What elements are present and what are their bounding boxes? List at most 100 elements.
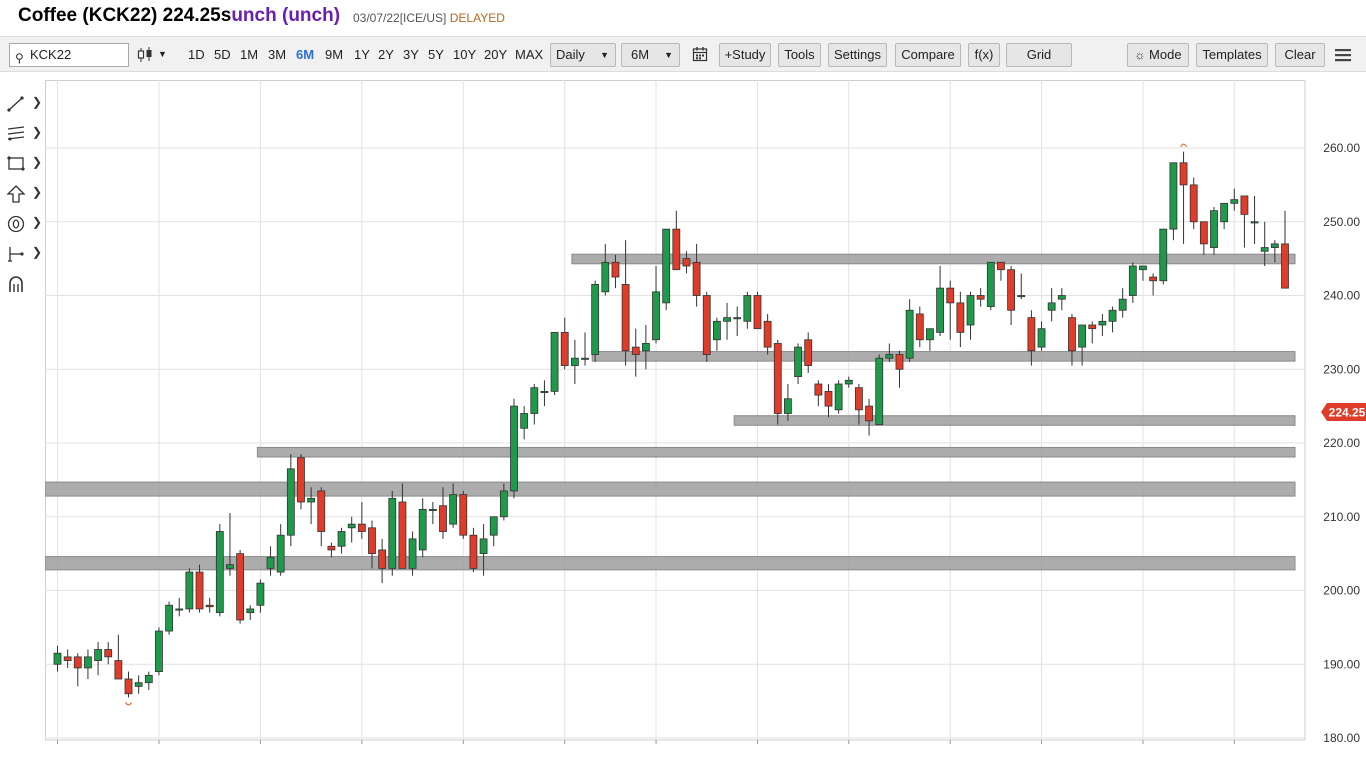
- measure-tool[interactable]: ❯: [4, 242, 42, 268]
- candle-body: [662, 228, 671, 304]
- candle-body: [1240, 195, 1249, 215]
- candle-body: [753, 295, 762, 330]
- period-3m[interactable]: 3M: [268, 43, 286, 67]
- period-20y[interactable]: 20Y: [484, 43, 507, 67]
- candle-body: [347, 523, 356, 529]
- chart-toolbar: ⚲ KCK22 ▼ 1D 5D 1M 3M 6M 9M 1Y 2Y 3Y 5Y 10Y 20Y MAX …: [0, 36, 1366, 72]
- chart-type-select[interactable]: ▼: [136, 43, 168, 67]
- candle-body: [784, 398, 792, 414]
- period-5y[interactable]: 5Y: [428, 43, 444, 67]
- candle-body: [956, 302, 965, 333]
- chevron-right-icon: ❯: [32, 125, 43, 139]
- candle-body: [226, 564, 234, 569]
- price-zone: [591, 351, 1296, 362]
- candle-body: [94, 649, 102, 661]
- candle-body: [1270, 243, 1279, 248]
- candle-body: [560, 331, 569, 366]
- menu-button[interactable]: [1334, 43, 1354, 67]
- search-icon: ⚲: [15, 51, 24, 65]
- magnet-tool[interactable]: [4, 272, 42, 298]
- tools-button[interactable]: Tools: [778, 43, 821, 67]
- candle-body: [682, 258, 691, 267]
- rectangle-tool[interactable]: ❯: [4, 152, 42, 178]
- period-1m[interactable]: 1M: [240, 43, 258, 67]
- candle-body: [276, 534, 285, 573]
- interval-select-value: Daily: [556, 47, 585, 62]
- period-5d[interactable]: 5D: [214, 43, 231, 67]
- trend-line-icon: [7, 96, 24, 112]
- fibonacci-tool[interactable]: ❯: [4, 122, 42, 148]
- candle-body: [307, 497, 316, 503]
- last-price-tag: 224.25: [1321, 402, 1366, 421]
- period-2y[interactable]: 2Y: [378, 43, 394, 67]
- price-zone: [733, 415, 1296, 426]
- period-9m[interactable]: 9M: [325, 43, 343, 67]
- candle-body: [763, 320, 772, 348]
- candle-body: [824, 390, 833, 407]
- candle-body: [388, 497, 397, 569]
- chevron-right-icon: ❯: [32, 215, 43, 229]
- candle-body: [1220, 202, 1229, 223]
- candle-body: [266, 556, 275, 569]
- candle-body: [570, 357, 579, 366]
- templates-button[interactable]: Templates: [1196, 43, 1268, 67]
- settings-button[interactable]: Settings: [828, 43, 887, 67]
- price-chart[interactable]: 180.00 190.00 200.00 210.00 220.00 230.00 240.…: [45, 80, 1366, 748]
- candlestick-chart[interactable]: 180.00 190.00 200.00 210.00 220.00 230.00 240.…: [45, 80, 1366, 748]
- candle-body: [439, 505, 447, 532]
- candle-body: [1037, 328, 1046, 348]
- clear-button[interactable]: Clear: [1275, 43, 1325, 67]
- candle-body: [997, 261, 1005, 271]
- range-select[interactable]: 6M ▼: [621, 43, 680, 67]
- mode-button[interactable]: ☼ Mode: [1127, 43, 1189, 67]
- candle-body: [1027, 317, 1036, 352]
- title-bar: Coffee (KCK22) 224.25sunch (unch) 03/07/…: [0, 0, 1366, 36]
- candle-body: [53, 652, 62, 665]
- candle-body: [428, 508, 437, 511]
- candle-body: [895, 354, 904, 370]
- candle-body: [1189, 184, 1198, 223]
- candle-body: [591, 284, 600, 355]
- candle-body: [641, 343, 650, 352]
- chevron-down-icon: ▼: [158, 49, 167, 59]
- candle-body: [1118, 298, 1127, 311]
- period-1d[interactable]: 1D: [188, 43, 205, 67]
- period-6m[interactable]: 6M: [296, 43, 314, 67]
- candle-body: [885, 354, 894, 359]
- period-10y[interactable]: 10Y: [453, 43, 476, 67]
- function-button[interactable]: f(x): [968, 43, 1000, 67]
- candle-body: [378, 549, 387, 569]
- candle-body: [1210, 210, 1218, 248]
- chevron-down-icon: ▼: [600, 50, 609, 60]
- add-study-button[interactable]: +Study: [719, 43, 771, 67]
- period-high-marker: [1180, 143, 1188, 148]
- grid-button[interactable]: Grid: [1006, 43, 1072, 67]
- period-3y[interactable]: 3Y: [403, 43, 419, 67]
- candle-body: [286, 468, 295, 536]
- candle-body: [1149, 276, 1158, 282]
- candle-body: [1281, 243, 1289, 289]
- candle-body: [936, 287, 944, 333]
- candle-body: [946, 287, 955, 304]
- trend-line-tool[interactable]: ❯: [4, 92, 42, 118]
- symbol-search-input[interactable]: ⚲ KCK22: [9, 43, 129, 67]
- period-max[interactable]: MAX: [515, 43, 543, 67]
- candle-body: [469, 534, 478, 569]
- interval-select[interactable]: Daily ▼: [550, 43, 616, 67]
- y-tick-label: 180.00: [1323, 731, 1360, 745]
- candle-body: [144, 674, 153, 684]
- candle-body: [1047, 302, 1056, 311]
- compare-button[interactable]: Compare: [895, 43, 961, 67]
- period-1y[interactable]: 1Y: [354, 43, 370, 67]
- price-marker-tool[interactable]: ❯: [4, 212, 42, 238]
- candle-body: [611, 261, 620, 278]
- candle-body: [499, 490, 508, 518]
- candle-body: [540, 390, 549, 393]
- candle-body: [844, 379, 853, 385]
- candle-body: [1250, 221, 1259, 224]
- chevron-right-icon: ❯: [32, 245, 43, 259]
- arrow-marker-tool[interactable]: ❯: [4, 182, 42, 208]
- calendar-button[interactable]: [691, 43, 709, 67]
- candle-body: [459, 494, 468, 536]
- candle-body: [1098, 320, 1107, 326]
